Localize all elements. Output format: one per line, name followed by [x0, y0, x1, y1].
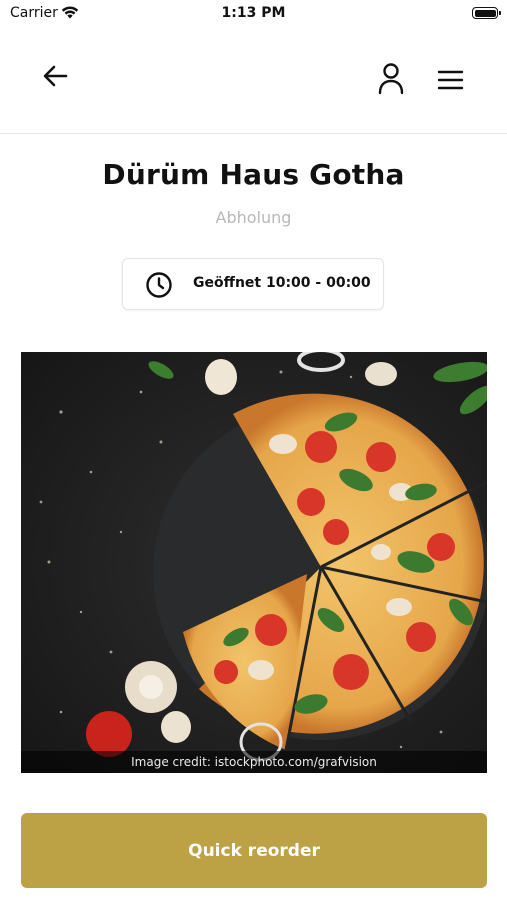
menu-button[interactable]	[435, 66, 467, 94]
image-credit: Image credit: istockphoto.com/grafvision	[21, 751, 487, 773]
clock-icon	[146, 272, 172, 298]
battery-icon	[472, 7, 501, 19]
status-bar: Carrier 1:13 PM	[0, 0, 507, 28]
quick-reorder-button[interactable]: Quick reorder	[21, 813, 487, 888]
pizza-illustration	[21, 352, 487, 773]
restaurant-hero-image: Image credit: istockphoto.com/grafvision	[21, 352, 487, 773]
account-button[interactable]	[374, 61, 408, 97]
restaurant-name: Dürüm Haus Gotha	[102, 158, 405, 191]
hamburger-menu-icon	[437, 70, 464, 90]
order-type-label: Abholung	[215, 208, 292, 227]
nav-bar	[0, 28, 507, 134]
user-icon	[378, 63, 404, 95]
opening-hours-box: Geöffnet 10:00 - 00:00	[122, 258, 384, 310]
back-button[interactable]	[38, 61, 72, 91]
opening-hours-text: Geöffnet 10:00 - 00:00	[193, 275, 371, 291]
arrow-left-icon	[43, 65, 68, 87]
clock-time: 1:13 PM	[221, 5, 286, 21]
